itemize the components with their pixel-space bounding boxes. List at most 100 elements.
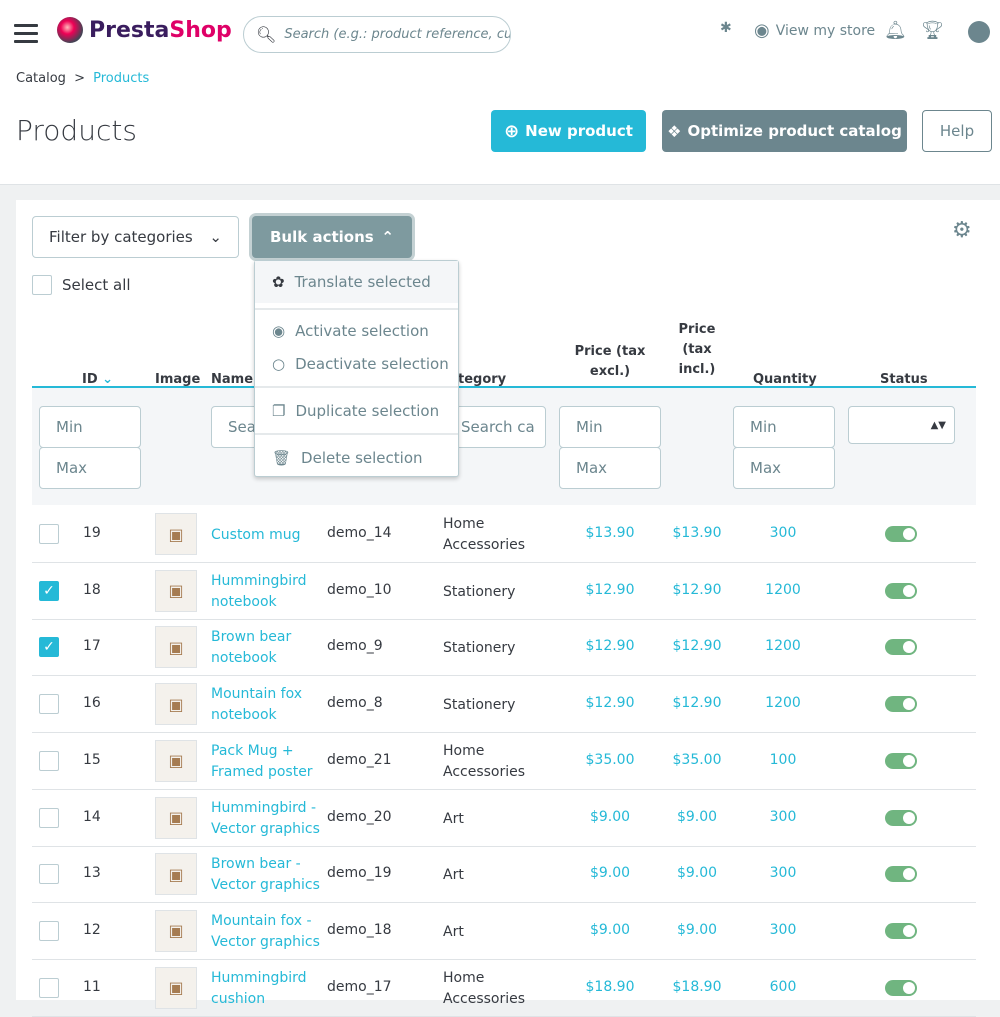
id-max-input[interactable]: Max bbox=[39, 447, 141, 489]
menu-translate-selected[interactable]: ✿ Translate selected bbox=[255, 261, 458, 303]
status-select[interactable]: ▲▼ bbox=[848, 406, 955, 444]
breadcrumb-catalog[interactable]: Catalog bbox=[16, 71, 66, 86]
status-toggle[interactable] bbox=[885, 526, 917, 542]
quantity[interactable]: 600 bbox=[743, 979, 823, 995]
price-incl[interactable]: $18.90 bbox=[657, 979, 737, 995]
price-incl[interactable]: $13.90 bbox=[657, 525, 737, 541]
product-thumbnail[interactable]: ▣ bbox=[155, 853, 197, 896]
id-min-input[interactable]: Min bbox=[39, 406, 141, 448]
new-product-button[interactable]: ⊕ New product bbox=[491, 110, 646, 152]
quantity[interactable]: 300 bbox=[743, 525, 823, 541]
settings-gear-icon[interactable]: ⚙ bbox=[952, 218, 972, 243]
product-reference: demo_19 bbox=[327, 865, 392, 882]
quantity-max-input[interactable]: Max bbox=[733, 447, 835, 489]
price-excl[interactable]: $12.90 bbox=[570, 582, 650, 598]
product-thumbnail[interactable]: ▣ bbox=[155, 626, 197, 669]
row-checkbox[interactable]: ✓ bbox=[39, 637, 59, 658]
bug-icon[interactable]: ✱ bbox=[720, 20, 732, 36]
price-excl[interactable]: $12.90 bbox=[570, 638, 650, 654]
optimize-catalog-button[interactable]: ❖ Optimize product catalog bbox=[662, 110, 907, 152]
view-store-link[interactable]: ◉ View my store bbox=[754, 20, 875, 41]
bulk-actions-button[interactable]: Bulk actions ⌃ bbox=[252, 216, 412, 258]
quantity[interactable]: 1200 bbox=[743, 582, 823, 598]
price-excl[interactable]: $18.90 bbox=[570, 979, 650, 995]
price-incl[interactable]: $9.00 bbox=[657, 922, 737, 938]
price-excl[interactable]: $13.90 bbox=[570, 525, 650, 541]
product-thumbnail[interactable]: ▣ bbox=[155, 513, 197, 555]
row-checkbox[interactable]: ✓ bbox=[39, 580, 59, 601]
price-excl[interactable]: $35.00 bbox=[570, 752, 650, 768]
product-image-icon: ▣ bbox=[168, 808, 184, 827]
status-toggle[interactable] bbox=[885, 752, 917, 769]
row-checkbox[interactable] bbox=[39, 864, 59, 885]
quantity-min-input[interactable]: Min bbox=[733, 406, 835, 448]
select-all-label[interactable]: Select all bbox=[62, 276, 131, 294]
bell-icon[interactable]: 🔔︎ bbox=[884, 20, 907, 41]
menu-duplicate-selection[interactable]: ❐ Duplicate selection bbox=[255, 396, 458, 426]
status-toggle[interactable] bbox=[885, 979, 917, 996]
trophy-icon[interactable]: 🏆︎ bbox=[921, 20, 944, 41]
logo[interactable]: PrestaShop bbox=[57, 17, 232, 43]
price-excl[interactable]: $9.00 bbox=[570, 922, 650, 938]
product-thumbnail[interactable]: ▣ bbox=[155, 909, 197, 952]
product-thumbnail[interactable]: ▣ bbox=[155, 739, 197, 782]
menu-deactivate-selection[interactable]: ○ Deactivate selection bbox=[255, 349, 458, 379]
trash-icon: 🗑︎ bbox=[272, 449, 292, 467]
menu-activate-selection[interactable]: ◉ Activate selection bbox=[255, 316, 458, 346]
price-excl[interactable]: $9.00 bbox=[570, 865, 650, 881]
column-price-incl[interactable]: Price (tax incl.) bbox=[672, 320, 722, 380]
product-name-link[interactable]: Hummingbird notebook bbox=[211, 571, 321, 613]
user-avatar-icon[interactable] bbox=[968, 21, 990, 43]
row-checkbox[interactable] bbox=[39, 694, 59, 715]
status-toggle[interactable] bbox=[885, 639, 917, 656]
price-excl[interactable]: $12.90 bbox=[570, 695, 650, 711]
product-thumbnail[interactable]: ▣ bbox=[155, 796, 197, 839]
menu-delete-selection[interactable]: 🗑︎ Delete selection bbox=[255, 443, 458, 473]
status-toggle[interactable] bbox=[885, 696, 917, 713]
row-checkbox[interactable] bbox=[39, 750, 59, 771]
product-thumbnail[interactable]: ▣ bbox=[155, 569, 197, 612]
price-incl[interactable]: $12.90 bbox=[657, 582, 737, 598]
price-incl[interactable]: $12.90 bbox=[657, 695, 737, 711]
row-checkbox[interactable] bbox=[39, 807, 59, 828]
status-toggle[interactable] bbox=[885, 809, 917, 826]
help-button[interactable]: Help bbox=[922, 110, 992, 152]
select-all-checkbox[interactable] bbox=[32, 275, 52, 295]
product-name-link[interactable]: Custom mug bbox=[211, 525, 321, 546]
menu-icon[interactable] bbox=[14, 24, 38, 48]
breadcrumb-products[interactable]: Products bbox=[93, 71, 149, 86]
price-excl[interactable]: $9.00 bbox=[570, 809, 650, 825]
product-image-icon: ▣ bbox=[168, 978, 184, 998]
column-price-excl[interactable]: Price (tax excl.) bbox=[572, 342, 648, 382]
product-thumbnail[interactable]: ▣ bbox=[155, 683, 197, 726]
product-name-link[interactable]: Hummingbird cushion bbox=[211, 968, 321, 1010]
status-toggle[interactable] bbox=[885, 922, 917, 939]
price-max-input[interactable]: Max bbox=[559, 447, 661, 489]
product-thumbnail[interactable]: ▣ bbox=[155, 966, 197, 1009]
status-toggle[interactable] bbox=[885, 866, 917, 883]
price-min-input[interactable]: Min bbox=[559, 406, 661, 448]
price-incl[interactable]: $9.00 bbox=[657, 865, 737, 881]
quantity[interactable]: 100 bbox=[743, 752, 823, 768]
product-name-link[interactable]: Mountain fox - Vector graphics bbox=[211, 911, 321, 953]
row-checkbox[interactable] bbox=[39, 920, 59, 941]
table-row: ✓ 17 ▣ Brown bear notebook demo_9 Statio… bbox=[32, 619, 976, 677]
product-name-link[interactable]: Pack Mug + Framed poster bbox=[211, 741, 321, 783]
row-checkbox[interactable] bbox=[39, 977, 59, 998]
search-input[interactable]: 🔍︎Search (e.g.: product reference, custo… bbox=[243, 16, 511, 53]
price-incl[interactable]: $35.00 bbox=[657, 752, 737, 768]
quantity[interactable]: 300 bbox=[743, 922, 823, 938]
product-name-link[interactable]: Brown bear notebook bbox=[211, 627, 321, 669]
product-name-link[interactable]: Brown bear - Vector graphics bbox=[211, 854, 321, 896]
status-toggle[interactable] bbox=[885, 582, 917, 599]
row-checkbox[interactable] bbox=[39, 524, 59, 544]
quantity[interactable]: 300 bbox=[743, 865, 823, 881]
product-name-link[interactable]: Mountain fox notebook bbox=[211, 684, 321, 726]
quantity[interactable]: 300 bbox=[743, 809, 823, 825]
product-name-link[interactable]: Hummingbird - Vector graphics bbox=[211, 798, 321, 840]
price-incl[interactable]: $9.00 bbox=[657, 809, 737, 825]
price-incl[interactable]: $12.90 bbox=[657, 638, 737, 654]
filter-by-categories-dropdown[interactable]: Filter by categories ⌄ bbox=[32, 216, 239, 258]
quantity[interactable]: 1200 bbox=[743, 695, 823, 711]
quantity[interactable]: 1200 bbox=[743, 638, 823, 654]
